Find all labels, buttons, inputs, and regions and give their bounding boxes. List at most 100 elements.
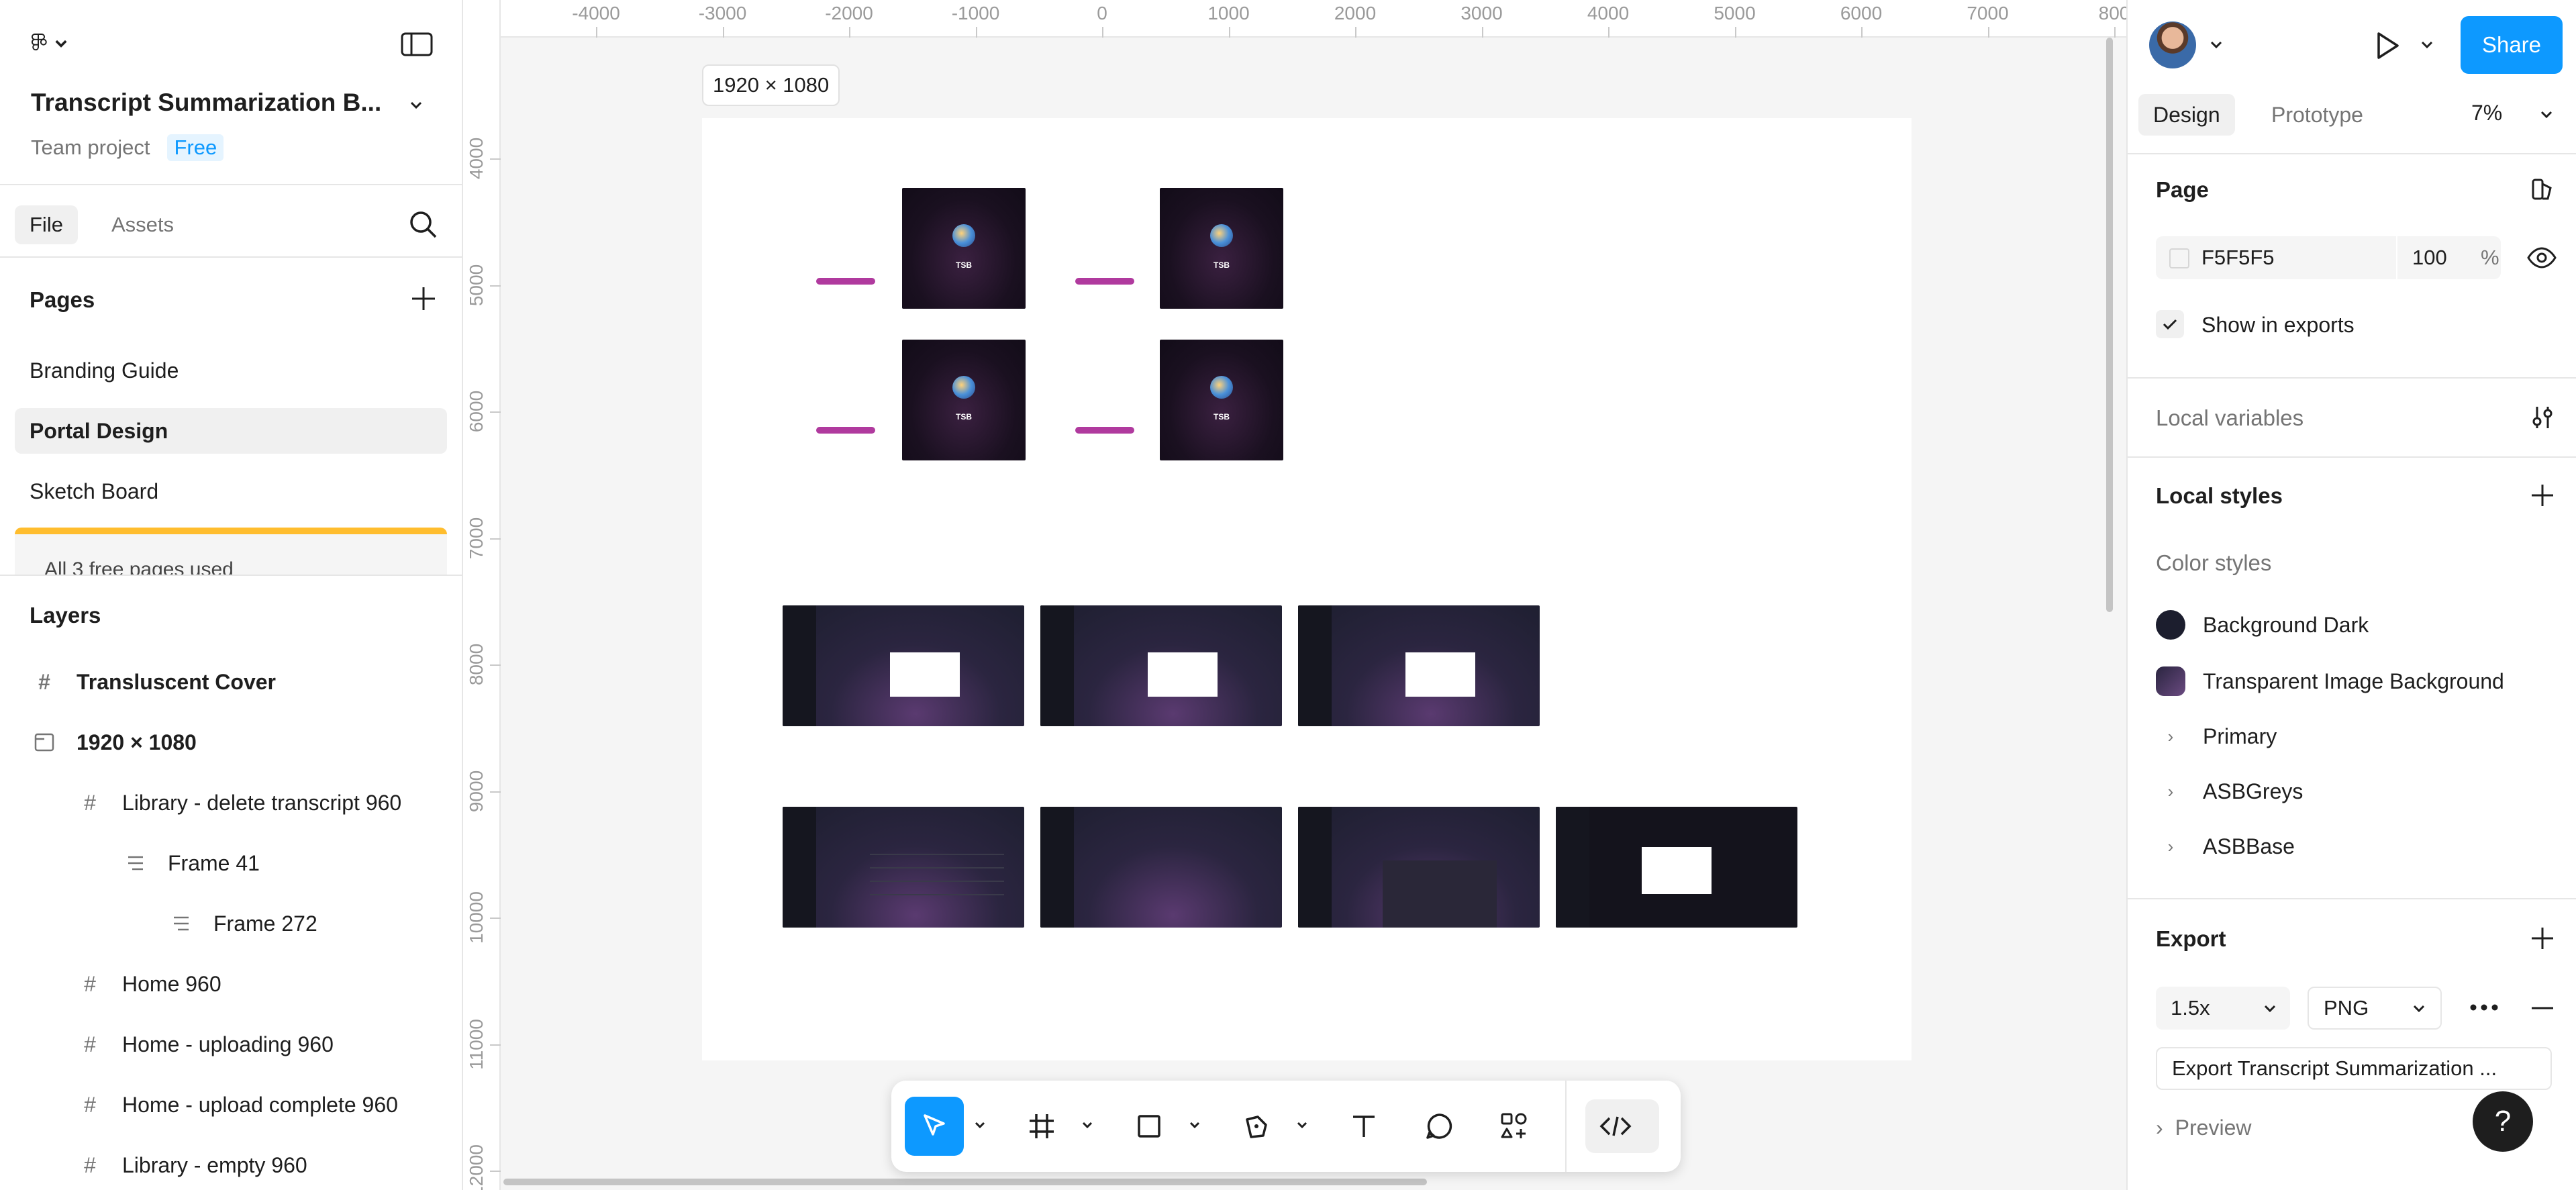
tab-prototype[interactable]: Prototype [2257, 94, 2378, 136]
add-export-icon[interactable] [2528, 924, 2557, 953]
frame-tool[interactable] [1012, 1097, 1071, 1156]
page-item-portal-design[interactable]: Portal Design [15, 408, 447, 454]
export-heading: Export [2156, 926, 2226, 951]
divider [2396, 236, 2397, 279]
thumb-splash-dark[interactable]: TSB [902, 340, 1026, 460]
thumb-splash-dark[interactable]: TSB [1160, 188, 1283, 309]
thumb-home-upload-complete[interactable] [1298, 605, 1540, 726]
complete-modal-graphic [1405, 652, 1475, 697]
page-item-sketch-board[interactable]: Sketch Board [15, 468, 447, 514]
local-variables-button[interactable]: Local variables [2156, 405, 2303, 431]
bottom-toolbar [891, 1081, 1681, 1172]
thumb-summary-detail[interactable] [1298, 807, 1540, 928]
tab-assets[interactable]: Assets [97, 205, 189, 244]
more-options-icon[interactable] [2467, 997, 2501, 1018]
fill-hex-input[interactable]: F5F5F5 [2201, 246, 2275, 270]
thumb-library-empty[interactable] [1040, 807, 1282, 928]
canvas[interactable]: -4000 -3000 -2000 -1000 0 1000 2000 3000 4000 500… [463, 0, 2126, 1190]
layer-item[interactable]: 1920 × 1080 [32, 715, 197, 769]
layer-item[interactable]: # Transluscent Cover [32, 655, 276, 709]
comment-tool[interactable] [1409, 1097, 1469, 1156]
layer-item[interactable]: Frame 272 [169, 897, 317, 950]
style-group-asbgreys[interactable]: › ASBGreys [2156, 775, 2303, 808]
share-button[interactable]: Share [2461, 16, 2563, 74]
export-button[interactable]: Export Transcript Summarization ... [2156, 1047, 2552, 1090]
artboard-1920x1080[interactable]: TSB TSB TSB TSB [702, 118, 1912, 1060]
page-section-heading: Page [2156, 177, 2209, 202]
actions-tool[interactable] [1485, 1097, 1544, 1156]
dev-mode-toggle[interactable] [1585, 1099, 1659, 1153]
tab-design[interactable]: Design [2138, 94, 2235, 136]
thumb-home-processing[interactable] [1040, 605, 1282, 726]
text-tool[interactable] [1334, 1097, 1393, 1156]
style-swatch [2156, 610, 2185, 640]
main-menu-button[interactable] [30, 26, 70, 60]
thumb-sign-up-light[interactable] [1042, 188, 1136, 309]
export-format-select[interactable]: PNG [2308, 987, 2442, 1030]
chevron-down-icon[interactable] [1293, 1115, 1311, 1134]
layer-item[interactable]: # Home 960 [78, 957, 221, 1011]
chevron-down-icon[interactable] [2418, 35, 2436, 54]
export-scale-select[interactable]: 1.5x [2156, 987, 2290, 1030]
search-icon[interactable] [407, 208, 440, 242]
chevron-down-icon[interactable] [1078, 1115, 1097, 1134]
thumb-sign-in-light[interactable] [783, 340, 877, 460]
thumb-sign-in-light[interactable] [783, 188, 877, 309]
move-tool[interactable] [905, 1097, 964, 1156]
layer-item[interactable]: Frame 41 [123, 836, 260, 890]
page-item-branding-guide[interactable]: Branding Guide [15, 348, 447, 393]
chevron-down-icon[interactable] [2537, 105, 2556, 123]
pen-tool[interactable] [1227, 1097, 1286, 1156]
file-title[interactable]: Transcript Summarization B... [31, 89, 380, 117]
zoom-level[interactable]: 7% [2471, 101, 2502, 126]
eye-icon[interactable] [2526, 244, 2557, 271]
thumb-brand: TSB [956, 260, 972, 270]
thumb-sign-up-light[interactable] [1042, 340, 1136, 460]
color-swatch[interactable] [2169, 248, 2189, 268]
thumb-home-uploading[interactable] [783, 605, 1024, 726]
color-style-item[interactable]: Background Dark [2156, 608, 2369, 642]
show-in-exports-checkbox[interactable] [2156, 310, 2184, 338]
horizontal-scrollbar[interactable] [503, 1179, 1427, 1185]
variables-icon[interactable] [2528, 403, 2557, 432]
fill-opacity-input[interactable]: 100 [2412, 246, 2447, 270]
sidebar-toggle-icon[interactable] [400, 31, 434, 58]
frame-icon: # [84, 1032, 96, 1056]
present-icon[interactable] [2371, 30, 2403, 62]
remove-export-icon[interactable] [2528, 993, 2557, 1023]
autolayout-icon [169, 911, 193, 936]
thumb-splash-dark[interactable]: TSB [902, 188, 1026, 309]
cursor-icon [924, 1114, 945, 1136]
chevron-down-icon[interactable] [1185, 1115, 1204, 1134]
style-group-primary[interactable]: › Primary [2156, 720, 2277, 753]
chevron-down-icon[interactable] [407, 95, 426, 114]
layer-item[interactable]: # Home - upload complete 960 [78, 1078, 398, 1132]
frame-label[interactable]: 1920 × 1080 [702, 64, 840, 106]
chevron-down-icon[interactable] [2207, 35, 2226, 54]
thumb-splash-dark[interactable]: TSB [1160, 340, 1283, 460]
ruler-tick [722, 27, 724, 38]
local-styles-heading: Local styles [2156, 483, 2283, 508]
layer-item[interactable]: # Library - empty 960 [78, 1138, 307, 1190]
ruler-top-label: 5000 [1714, 3, 1756, 23]
add-page-icon[interactable] [409, 285, 438, 313]
color-style-item[interactable]: Transparent Image Background [2156, 664, 2504, 698]
file-header: Transcript Summarization B... Team proje… [0, 0, 462, 185]
library-swap-icon[interactable] [2528, 175, 2557, 204]
layer-item[interactable]: # Library - delete transcript 960 [78, 776, 401, 830]
tab-file[interactable]: File [15, 205, 78, 244]
plan-badge[interactable]: Free [167, 134, 224, 161]
avatar[interactable] [2149, 21, 2196, 68]
add-style-icon[interactable] [2528, 481, 2557, 510]
table-row-graphic [870, 881, 1004, 882]
shape-tool[interactable] [1120, 1097, 1179, 1156]
frame-icon: # [38, 669, 50, 694]
chevron-down-icon[interactable] [971, 1115, 989, 1134]
thumb-library-delete[interactable] [1556, 807, 1797, 928]
help-button[interactable]: ? [2473, 1091, 2533, 1152]
vertical-scrollbar[interactable] [2106, 38, 2113, 612]
export-preview-toggle[interactable]: › Preview [2156, 1115, 2251, 1140]
layer-item[interactable]: # Home - uploading 960 [78, 1018, 334, 1071]
style-group-asbbase[interactable]: › ASBBase [2156, 830, 2295, 863]
thumb-library[interactable] [783, 807, 1024, 928]
